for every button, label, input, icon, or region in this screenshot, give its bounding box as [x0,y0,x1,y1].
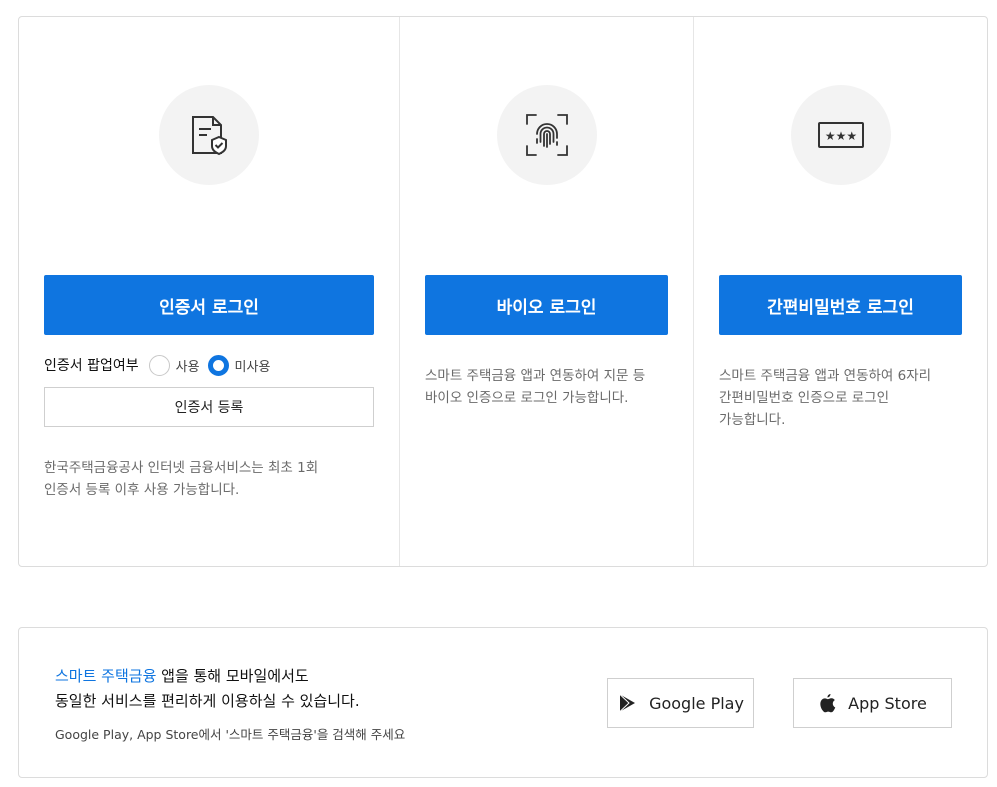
popup-nouse-option[interactable]: 미사용 [207,354,271,376]
pin-icon-circle: ★★★ [791,85,891,185]
google-play-button[interactable]: Google Play [607,678,754,728]
promo-line1: 스마트 주택금융 앱을 통해 모바일에서도 [55,664,360,689]
store-search-hint: Google Play, App Store에서 '스마트 주택금융'을 검색해… [55,727,406,742]
cert-popup-option: 인증서 팝업여부 사용 미사용 [44,353,278,377]
pin-desc-line1: 스마트 주택금융 앱과 연동하여 6자리 [719,368,932,384]
cert-desc-line1: 한국주택금융공사 인터넷 금융서비스는 최초 1회 [44,460,319,476]
pin-login-button[interactable]: 간편비밀번호 로그인 [719,275,962,335]
cert-login-column: 인증서 로그인 인증서 팝업여부 사용 미사용 인증서 등록 한국주택금융공사 … [19,17,400,566]
app-store-label: App Store [848,693,927,713]
svg-text:★★★: ★★★ [825,129,857,143]
google-play-icon [617,693,637,713]
promo-line2: 동일한 서비스를 편리하게 이용하실 수 있습니다. [55,692,360,710]
bio-login-button[interactable]: 바이오 로그인 [425,275,668,335]
app-promo-text: 스마트 주택금융 앱을 통해 모바일에서도 동일한 서비스를 편리하게 이용하실… [55,664,360,714]
cert-icon-circle [159,85,259,185]
app-download-panel: 스마트 주택금융 앱을 통해 모바일에서도 동일한 서비스를 편리하게 이용하실… [18,627,988,778]
cert-popup-label: 인증서 팝업여부 [44,358,139,374]
app-store-button[interactable]: App Store [793,678,952,728]
apple-icon [818,693,836,713]
cert-register-button[interactable]: 인증서 등록 [44,387,374,427]
google-play-label: Google Play [649,693,744,713]
bio-icon-circle [497,85,597,185]
pin-desc-line3: 가능합니다. [719,412,786,428]
fingerprint-icon [526,114,568,156]
promo-line1-rest: 앱을 통해 모바일에서도 [156,667,309,685]
pin-desc-line2: 간편비밀번호 인증으로 로그인 [719,390,890,406]
popup-use-radio[interactable] [148,354,170,376]
pin-description: 스마트 주택금융 앱과 연동하여 6자리 간편비밀번호 인증으로 로그인 가능합… [719,365,964,431]
bio-login-column: 바이오 로그인 스마트 주택금융 앱과 연동하여 지문 등 바이오 인증으로 로… [400,17,694,566]
cert-login-button[interactable]: 인증서 로그인 [44,275,374,335]
popup-nouse-radio[interactable] [207,354,229,376]
password-icon: ★★★ [818,122,864,148]
pin-login-column: ★★★ 간편비밀번호 로그인 스마트 주택금융 앱과 연동하여 6자리 간편비밀… [694,17,987,566]
popup-use-option[interactable]: 사용 [148,354,200,376]
document-shield-icon [192,116,227,156]
popup-use-label: 사용 [175,359,200,375]
bio-description: 스마트 주택금융 앱과 연동하여 지문 등 바이오 인증으로 로그인 가능합니다… [425,365,675,409]
popup-nouse-label: 미사용 [234,359,271,375]
bio-desc-line2: 바이오 인증으로 로그인 가능합니다. [425,390,629,406]
bio-desc-line1: 스마트 주택금융 앱과 연동하여 지문 등 [425,368,646,384]
login-methods-panel: 인증서 로그인 인증서 팝업여부 사용 미사용 인증서 등록 한국주택금융공사 … [18,16,988,567]
cert-desc-line2: 인증서 등록 이후 사용 가능합니다. [44,482,240,498]
cert-description: 한국주택금융공사 인터넷 금융서비스는 최초 1회 인증서 등록 이후 사용 가… [44,457,374,501]
app-name-highlight: 스마트 주택금융 [55,667,157,685]
